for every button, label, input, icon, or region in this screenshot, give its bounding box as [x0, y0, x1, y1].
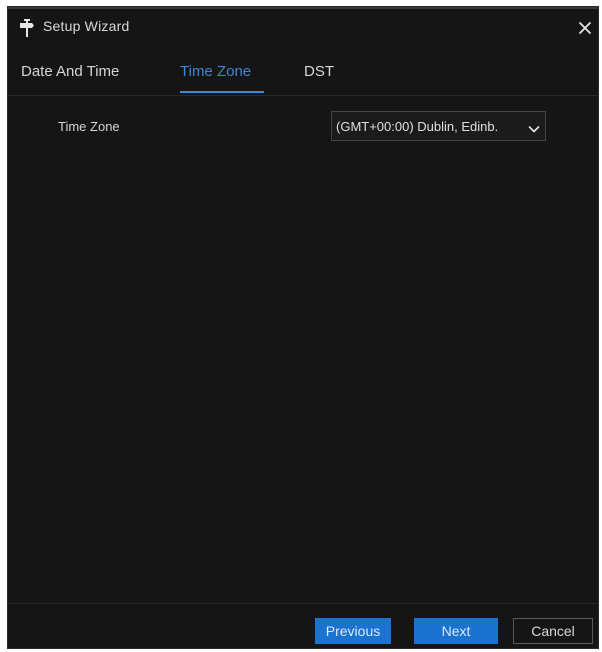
- next-button[interactable]: Next: [414, 618, 498, 644]
- active-tab-indicator: [180, 91, 264, 93]
- footer-divider: [8, 603, 598, 604]
- close-icon[interactable]: [576, 19, 594, 37]
- tab-date-and-time[interactable]: Date And Time: [21, 63, 119, 80]
- time-zone-value: (GMT+00:00) Dublin, Edinb.: [336, 119, 499, 134]
- time-zone-select[interactable]: (GMT+00:00) Dublin, Edinb.: [331, 111, 546, 141]
- time-zone-label: Time Zone: [58, 119, 120, 134]
- signpost-icon: [19, 19, 35, 37]
- cancel-button[interactable]: Cancel: [513, 618, 593, 644]
- title-bar: Setup Wizard: [8, 9, 598, 45]
- setup-wizard-dialog: Setup Wizard Date And Time Time Zone DST…: [7, 6, 599, 649]
- tab-dst[interactable]: DST: [304, 63, 334, 80]
- tab-bar: Date And Time Time Zone DST: [8, 55, 598, 96]
- chevron-down-icon: [528, 121, 540, 133]
- tab-time-zone[interactable]: Time Zone: [180, 63, 251, 80]
- previous-button[interactable]: Previous: [315, 618, 391, 644]
- window-title: Setup Wizard: [43, 18, 130, 34]
